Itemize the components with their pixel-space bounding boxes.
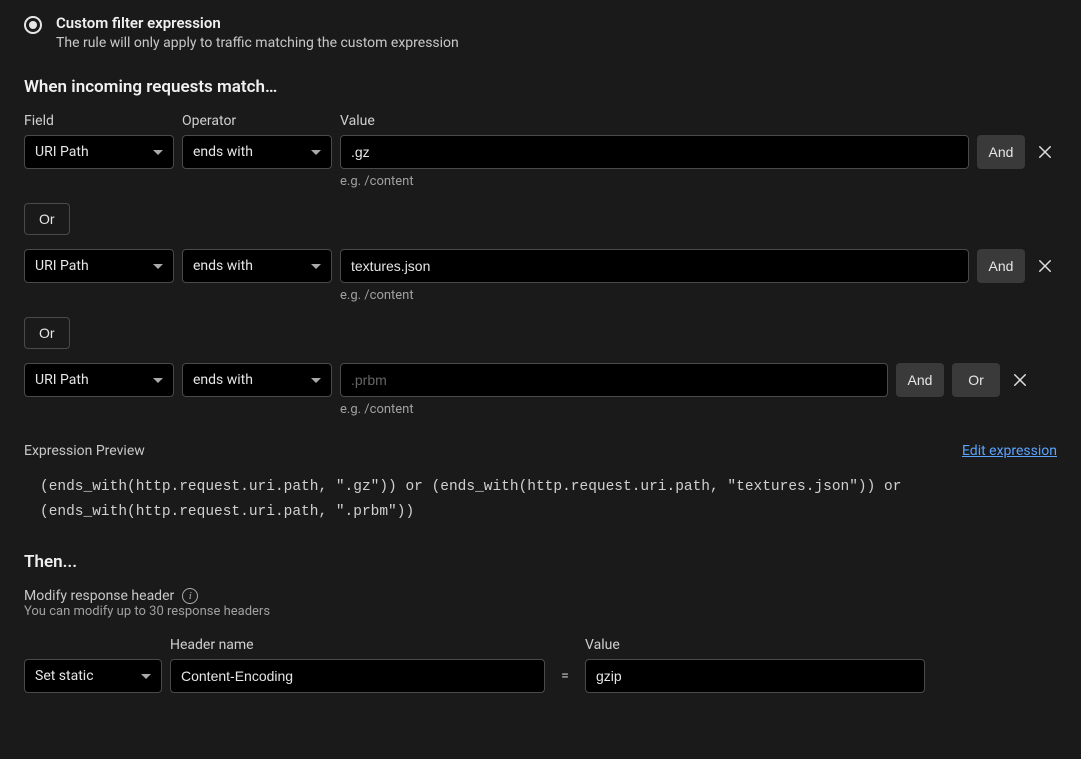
chevron-down-icon [311,150,321,155]
value-input[interactable] [340,249,969,283]
expression-preview-code: (ends_with(http.request.uri.path, ".gz")… [24,459,1057,532]
radio-icon [24,16,42,34]
chevron-down-icon [153,378,163,383]
remove-row-icon[interactable] [1008,368,1032,392]
filter-row: URI Path ends with AndOr [24,363,1057,397]
filter-row: URI Path ends with And [24,135,1057,169]
operator-select[interactable]: ends with [182,249,332,283]
match-heading: When incoming requests match… [24,77,1057,97]
field-value: URI Path [35,144,89,160]
label-field: Field [24,113,174,129]
header-name-label: Header name [170,637,545,653]
and-button[interactable]: And [896,363,944,397]
chevron-down-icon [153,264,163,269]
filter-row: URI Path ends with And [24,249,1057,283]
header-action-value: Set static [35,668,94,684]
custom-filter-desc: The rule will only apply to traffic matc… [56,35,459,51]
header-action-select[interactable]: Set static [24,659,162,693]
chevron-down-icon [153,150,163,155]
expression-preview-label: Expression Preview [24,443,145,459]
and-button[interactable]: And [977,135,1025,169]
custom-filter-title: Custom filter expression [56,14,459,32]
info-icon[interactable]: i [182,588,198,604]
and-button[interactable]: And [977,249,1025,283]
custom-filter-option[interactable]: Custom filter expression The rule will o… [24,14,1057,51]
remove-row-icon[interactable] [1033,254,1057,278]
chevron-down-icon [141,674,151,679]
or-separator-button[interactable]: Or [24,317,70,349]
field-value: URI Path [35,372,89,388]
field-select[interactable]: URI Path [24,363,174,397]
remove-row-icon[interactable] [1033,140,1057,164]
field-select[interactable]: URI Path [24,249,174,283]
value-input[interactable] [340,135,969,169]
operator-value: ends with [193,144,253,160]
operator-select[interactable]: ends with [182,135,332,169]
or-button[interactable]: Or [952,363,1000,397]
value-hint: e.g. /content [340,174,1057,189]
then-heading: Then... [24,552,1057,572]
label-value: Value [340,113,1057,129]
header-value-label: Value [585,637,1057,653]
edit-expression-link[interactable]: Edit expression [962,443,1057,459]
value-input[interactable] [340,363,888,397]
label-operator: Operator [182,113,332,129]
chevron-down-icon [311,378,321,383]
value-hint: e.g. /content [340,288,1057,303]
operator-value: ends with [193,258,253,274]
modify-header-sub: You can modify up to 30 response headers [24,604,1057,619]
field-select[interactable]: URI Path [24,135,174,169]
operator-select[interactable]: ends with [182,363,332,397]
field-value: URI Path [35,258,89,274]
or-separator-button[interactable]: Or [24,203,70,235]
header-value-input[interactable] [585,659,925,693]
column-headers: Field Operator Value [24,113,1057,129]
modify-header-label: Modify response header [24,588,174,604]
value-hint: e.g. /content [340,402,1057,417]
operator-value: ends with [193,372,253,388]
chevron-down-icon [311,264,321,269]
header-name-input[interactable] [170,659,545,693]
equals-sign: = [553,668,577,684]
